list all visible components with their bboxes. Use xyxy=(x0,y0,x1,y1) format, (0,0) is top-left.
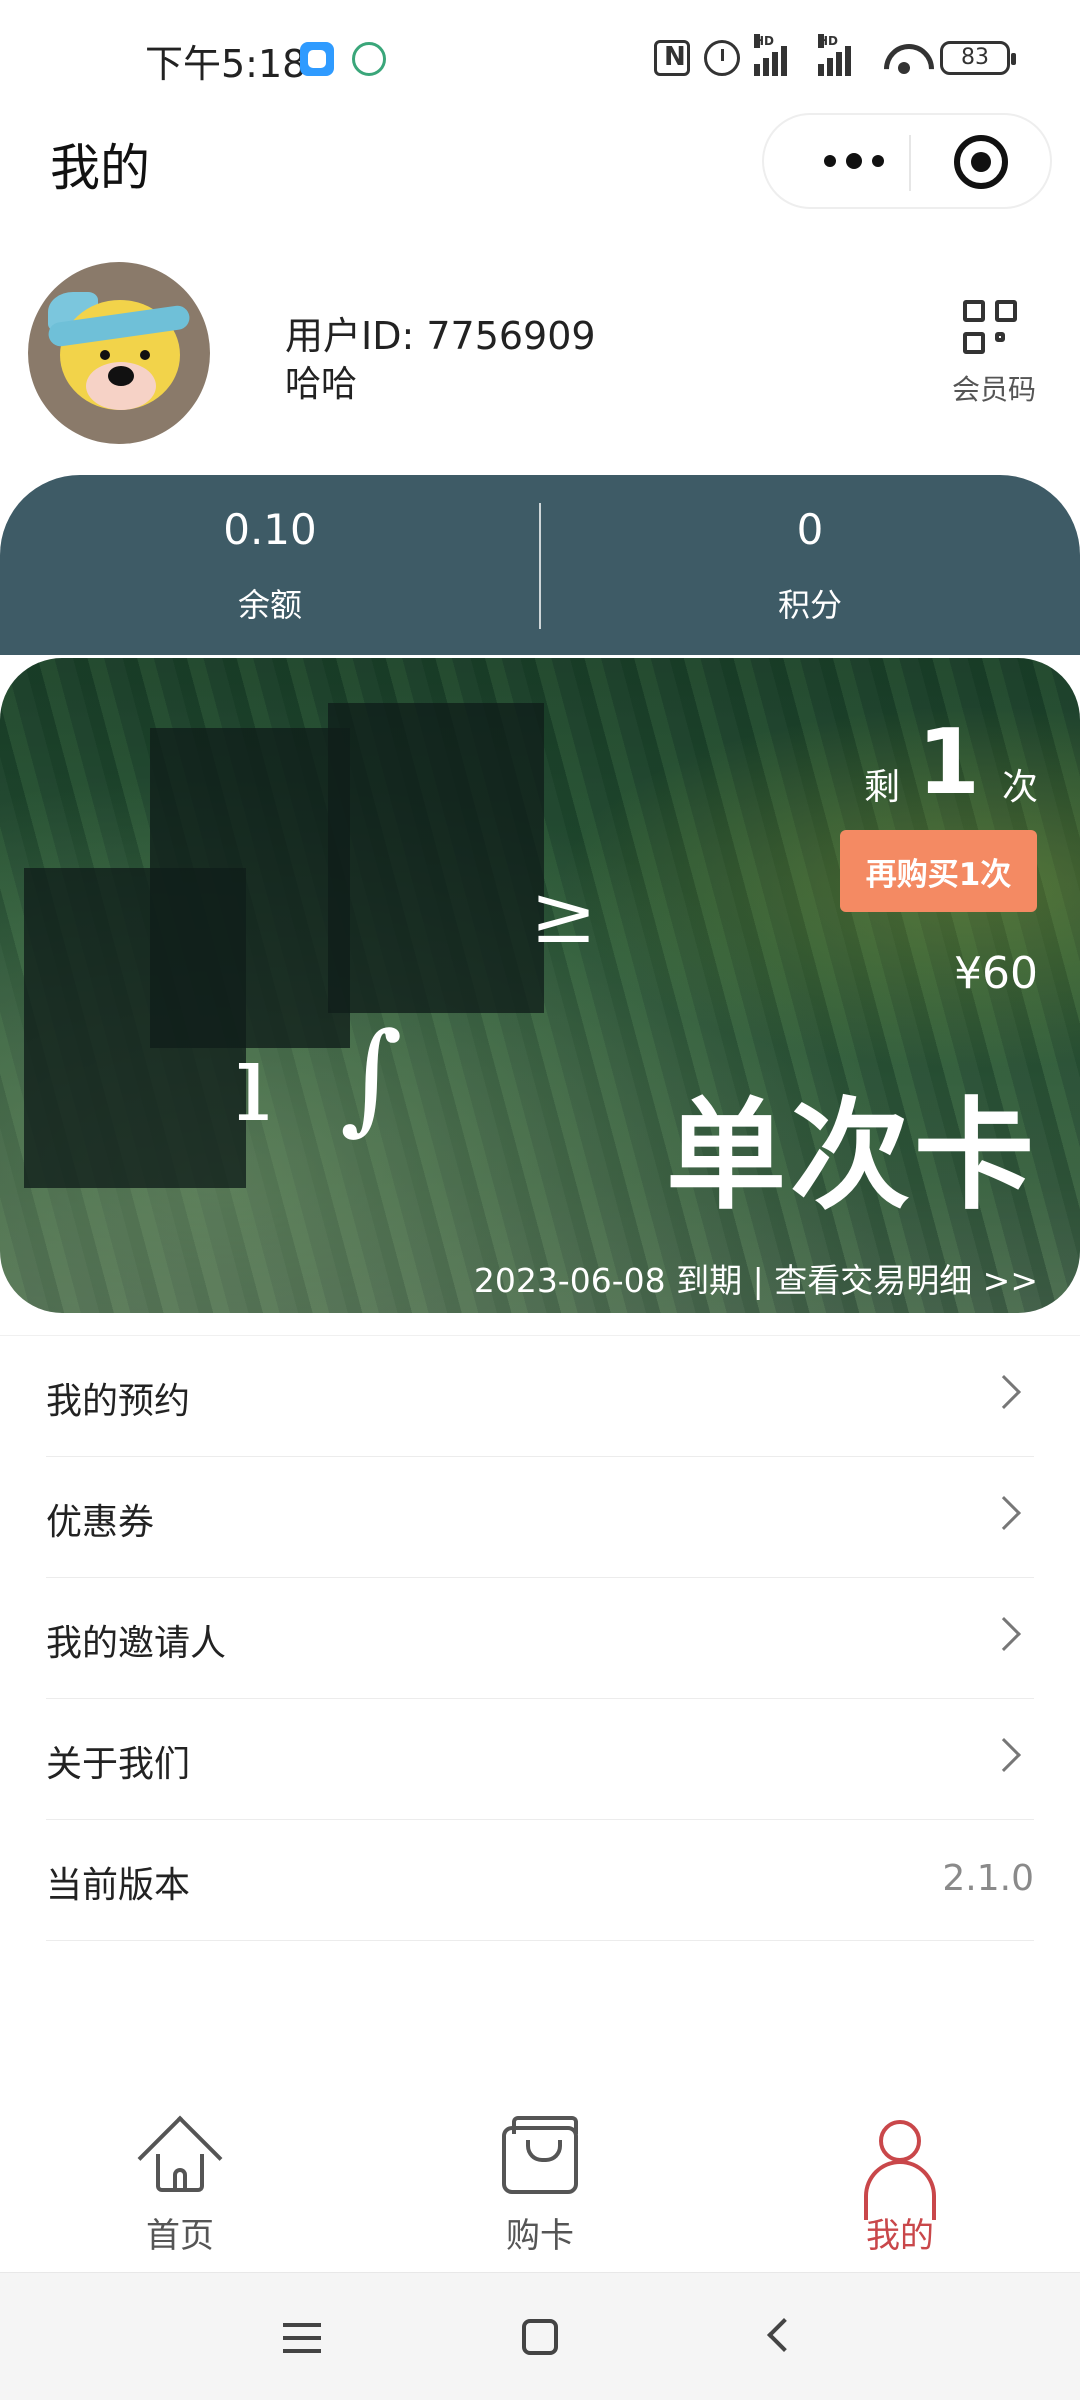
menu-item-label: 关于我们 xyxy=(46,1744,191,1785)
buy-again-button[interactable]: 再购买1次 xyxy=(840,830,1037,912)
page: 下午5:18 HD HD 83 我的 用户ID: 7756909 xyxy=(0,0,1080,2400)
points-stat[interactable]: 0 积分 xyxy=(540,475,1080,655)
balance-label: 余额 xyxy=(237,586,302,624)
remaining-suffix: 次 xyxy=(1001,767,1038,808)
tab-mine[interactable]: 我的 xyxy=(820,2120,980,2256)
menu-item-label: 优惠券 xyxy=(46,1502,155,1543)
home-icon xyxy=(137,2115,223,2201)
avatar-eye xyxy=(100,350,110,360)
leaf-app-icon xyxy=(352,42,386,76)
card-background-block xyxy=(24,868,246,1188)
chevron-right-icon xyxy=(987,1375,1021,1409)
tab-buy-card[interactable]: 购卡 xyxy=(460,2116,620,2256)
avatar[interactable] xyxy=(28,262,210,444)
tab-label: 购卡 xyxy=(506,2216,574,2256)
card-background-glyph: ≥ xyxy=(530,868,598,961)
menu-item-label: 我的邀请人 xyxy=(46,1623,227,1664)
menu-item-label: 当前版本 xyxy=(46,1865,191,1906)
avatar-nose xyxy=(108,366,134,386)
user-icon xyxy=(862,2120,938,2220)
menu-item-inviter[interactable]: 我的邀请人 xyxy=(46,1578,1034,1699)
points-label: 积分 xyxy=(777,586,842,624)
battery-icon: 83 xyxy=(940,41,1016,75)
system-navigation-bar xyxy=(0,2272,1080,2400)
card-name: 单次卡 xyxy=(666,1087,1038,1226)
wifi-icon xyxy=(882,40,926,76)
menu-list: 我的预约 优惠券 我的邀请人 关于我们 当前版本 2.1.0 xyxy=(0,1335,1080,1941)
qr-code-icon xyxy=(963,300,1019,356)
more-icon[interactable] xyxy=(804,115,904,207)
balance-stat[interactable]: 0.10 余额 xyxy=(0,475,540,655)
tab-home[interactable]: 首页 xyxy=(100,2115,260,2256)
hd-signal-icon: HD xyxy=(754,34,804,76)
chevron-right-icon xyxy=(987,1617,1021,1651)
transaction-details-link[interactable]: 2023-06-08 到期 | 查看交易明细 >> xyxy=(474,1254,1038,1302)
card-background-glyph: ∫ xyxy=(340,1008,403,1147)
membership-card[interactable]: ≥ ı ∫ 剩 1 次 再购买1次 ¥60 单次卡 2023-06-08 到期 … xyxy=(0,658,1080,1313)
app-notification-icon xyxy=(300,42,334,76)
alarm-icon xyxy=(704,40,740,76)
version-value: 2.1.0 xyxy=(942,1858,1034,1899)
menu-item-label: 我的预约 xyxy=(46,1381,191,1422)
member-code-button[interactable]: 会员码 xyxy=(944,300,1044,410)
status-icons: HD HD 83 xyxy=(654,34,1016,78)
chevron-right-icon xyxy=(987,1738,1021,1772)
menu-item-version: 当前版本 2.1.0 xyxy=(46,1820,1034,1941)
capsule-divider xyxy=(909,135,911,191)
avatar-eye xyxy=(140,350,150,360)
tab-bar: 首页 购卡 我的 xyxy=(0,2100,1080,2270)
user-name: 哈哈 xyxy=(285,364,358,405)
shopping-bag-icon xyxy=(502,2116,578,2194)
menu-icon[interactable] xyxy=(283,2323,321,2353)
tab-label: 首页 xyxy=(146,2216,214,2256)
close-target-icon[interactable] xyxy=(954,135,1008,189)
balance-value: 0.10 xyxy=(223,505,317,554)
page-title: 我的 xyxy=(50,139,150,197)
hd-signal-icon: HD xyxy=(818,34,868,76)
remaining-count: 1 xyxy=(917,710,980,815)
menu-item-about[interactable]: 关于我们 xyxy=(46,1699,1034,1820)
user-id: 用户ID: 7756909 xyxy=(285,314,596,358)
menu-item-appointments[interactable]: 我的预约 xyxy=(46,1336,1034,1457)
remaining-prefix: 剩 xyxy=(863,767,900,808)
home-square-icon[interactable] xyxy=(522,2319,558,2355)
points-value: 0 xyxy=(796,505,824,554)
tab-label: 我的 xyxy=(866,2216,934,2256)
back-icon[interactable] xyxy=(767,2318,801,2352)
nfc-icon xyxy=(654,40,690,76)
mini-program-capsule xyxy=(762,113,1052,209)
menu-item-coupons[interactable]: 优惠券 xyxy=(46,1457,1034,1578)
card-background-block xyxy=(328,703,544,1013)
member-code-label: 会员码 xyxy=(951,373,1036,406)
account-stats: 0.10 余额 0 积分 xyxy=(0,475,1080,655)
card-background-glyph: ı xyxy=(235,1018,271,1146)
status-time: 下午5:18 xyxy=(145,42,307,86)
status-bar: 下午5:18 HD HD 83 xyxy=(0,0,1080,110)
chevron-right-icon xyxy=(987,1496,1021,1530)
card-price: ¥60 xyxy=(954,948,1038,999)
